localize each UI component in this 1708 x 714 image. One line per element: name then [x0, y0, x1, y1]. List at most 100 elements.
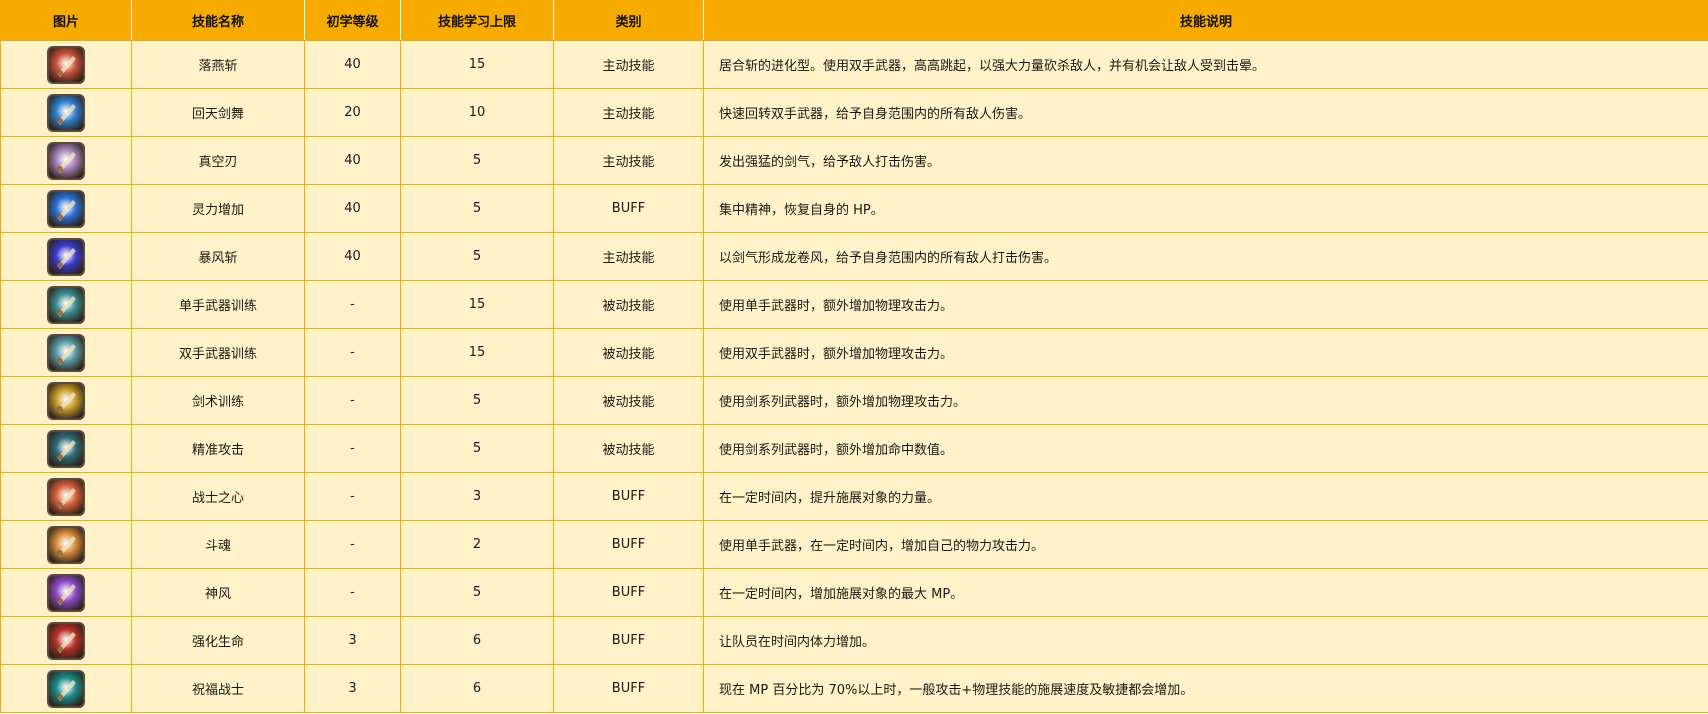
skill-name: 斗魂 — [131, 520, 305, 569]
max-level: 6 — [400, 664, 554, 713]
skill-image-cell — [0, 664, 132, 713]
table-row: 回天剑舞 20 10 主动技能 快速回转双手武器，给予自身范围内的所有敌人伤害。 — [0, 88, 1708, 137]
skill-name: 单手武器训练 — [131, 280, 305, 329]
storm-slash-icon — [47, 237, 85, 276]
skill-category: BUFF — [553, 184, 704, 233]
max-level: 3 — [400, 472, 554, 521]
table-row: 双手武器训练 -15 被动技能 使用双手武器时，额外增加物理攻击力。 — [0, 328, 1708, 377]
skill-category: BUFF — [553, 568, 704, 617]
table-row: 强化生命 3 6 BUFF 让队员在时间内体力增加。 — [0, 616, 1708, 665]
max-level: 5 — [400, 136, 554, 185]
fighting-spirit-icon — [47, 525, 85, 564]
skill-category: 主动技能 — [553, 136, 704, 185]
skill-name: 回天剑舞 — [131, 88, 305, 137]
skill-image-cell — [0, 232, 132, 281]
skill-category: 被动技能 — [553, 424, 704, 473]
one-hand-weapon-training-icon — [47, 285, 85, 324]
table-row: 暴风斩 40 5 主动技能 以剑气形成龙卷风，给予自身范围内的所有敌人打击伤害。 — [0, 232, 1708, 281]
max-level: 10 — [400, 88, 554, 137]
initial-level: 3 — [304, 664, 401, 713]
skill-description: 使用单手武器时，额外增加物理攻击力。 — [703, 280, 1708, 329]
skill-name: 精准攻击 — [131, 424, 305, 473]
max-level: 15 — [400, 40, 554, 89]
initial-level: - — [304, 424, 401, 473]
skill-image-cell — [0, 40, 132, 89]
skill-name: 落燕斩 — [131, 40, 305, 89]
blessed-warrior-icon — [47, 669, 85, 708]
skill-description: 使用双手武器时，额外增加物理攻击力。 — [703, 328, 1708, 377]
skill-image-cell — [0, 184, 132, 233]
skill-category: 主动技能 — [553, 40, 704, 89]
two-hand-weapon-training-icon — [47, 333, 85, 372]
table-header: 图片 技能名称 初学等级 技能学习上限 类别 技能说明 — [0, 0, 1708, 41]
table-row: 神风 -5 BUFF 在一定时间内，增加施展对象的最大 MP。 — [0, 568, 1708, 617]
table-row: 落燕斩 40 15 主动技能 居合斩的进化型。使用双手武器，高高跳起，以强大力量砍杀敌人… — [0, 40, 1708, 89]
initial-level: 40 — [304, 184, 401, 233]
header-row: 图片 技能名称 初学等级 技能学习上限 类别 技能说明 — [0, 0, 1708, 41]
skill-image-cell — [0, 328, 132, 377]
table-row: 战士之心 -3 BUFF 在一定时间内，提升施展对象的力量。 — [0, 472, 1708, 521]
table-row: 精准攻击 -5 被动技能 使用剑系列武器时，额外增加命中数值。 — [0, 424, 1708, 473]
skill-name: 灵力增加 — [131, 184, 305, 233]
skill-image-cell — [0, 136, 132, 185]
skill-category: BUFF — [553, 616, 704, 665]
initial-level: 40 — [304, 40, 401, 89]
skill-category: BUFF — [553, 472, 704, 521]
skill-description: 居合斩的进化型。使用双手武器，高高跳起，以强大力量砍杀敌人，并有机会让敌人受到击… — [703, 40, 1708, 89]
table-row: 剑术训练 -5 被动技能 使用剑系列武器时，额外增加物理攻击力。 — [0, 376, 1708, 425]
skill-category: 被动技能 — [553, 376, 704, 425]
skill-description: 现在 MP 百分比为 70%以上时，一般攻击+物理技能的施展速度及敏捷都会增加。 — [703, 664, 1708, 713]
falling-swallow-slash-icon — [47, 45, 85, 84]
skill-image-cell — [0, 376, 132, 425]
header-skill-name: 技能名称 — [131, 0, 305, 41]
header-description: 技能说明 — [703, 0, 1708, 41]
skill-description: 在一定时间内，增加施展对象的最大 MP。 — [703, 568, 1708, 617]
initial-level: - — [304, 568, 401, 617]
warrior-heart-icon — [47, 477, 85, 516]
max-level: 5 — [400, 376, 554, 425]
skill-name: 强化生命 — [131, 616, 305, 665]
initial-level: - — [304, 472, 401, 521]
max-level: 15 — [400, 328, 554, 377]
enhanced-life-icon — [47, 621, 85, 660]
skill-category: 主动技能 — [553, 88, 704, 137]
skill-image-cell — [0, 280, 132, 329]
header-category: 类别 — [553, 0, 704, 41]
skill-category: 被动技能 — [553, 280, 704, 329]
initial-level: 20 — [304, 88, 401, 137]
skill-description: 发出强猛的剑气，给予敌人打击伤害。 — [703, 136, 1708, 185]
header-initial-level: 初学等级 — [304, 0, 401, 41]
max-level: 15 — [400, 280, 554, 329]
divine-wind-icon — [47, 573, 85, 612]
max-level: 6 — [400, 616, 554, 665]
table-row: 真空刃 40 5 主动技能 发出强猛的剑气，给予敌人打击伤害。 — [0, 136, 1708, 185]
skill-description: 使用单手武器，在一定时间内，增加自己的物力攻击力。 — [703, 520, 1708, 569]
whirlwind-sword-dance-icon — [47, 93, 85, 132]
initial-level: - — [304, 376, 401, 425]
skill-image-cell — [0, 472, 132, 521]
skill-image-cell — [0, 568, 132, 617]
header-max-level: 技能学习上限 — [400, 0, 554, 41]
max-level: 2 — [400, 520, 554, 569]
max-level: 5 — [400, 424, 554, 473]
precision-attack-icon — [47, 429, 85, 468]
skill-description: 使用剑系列武器时，额外增加命中数值。 — [703, 424, 1708, 473]
initial-level: 3 — [304, 616, 401, 665]
skill-name: 剑术训练 — [131, 376, 305, 425]
skill-category: BUFF — [553, 520, 704, 569]
skill-image-cell — [0, 520, 132, 569]
table-body: 落燕斩 40 15 主动技能 居合斩的进化型。使用双手武器，高高跳起，以强大力量砍杀敌人… — [0, 40, 1708, 713]
skill-description: 快速回转双手武器，给予自身范围内的所有敌人伤害。 — [703, 88, 1708, 137]
skill-name: 神风 — [131, 568, 305, 617]
table-row: 灵力增加 40 5 BUFF 集中精神，恢复自身的 HP。 — [0, 184, 1708, 233]
vacuum-blade-icon — [47, 141, 85, 180]
skill-name: 双手武器训练 — [131, 328, 305, 377]
table-row: 祝福战士 3 6 BUFF 现在 MP 百分比为 70%以上时，一般攻击+物理技能的施展… — [0, 664, 1708, 713]
skill-description: 集中精神，恢复自身的 HP。 — [703, 184, 1708, 233]
initial-level: 40 — [304, 232, 401, 281]
initial-level: - — [304, 520, 401, 569]
skill-category: 主动技能 — [553, 232, 704, 281]
skill-category: 被动技能 — [553, 328, 704, 377]
skill-name: 真空刃 — [131, 136, 305, 185]
max-level: 5 — [400, 232, 554, 281]
